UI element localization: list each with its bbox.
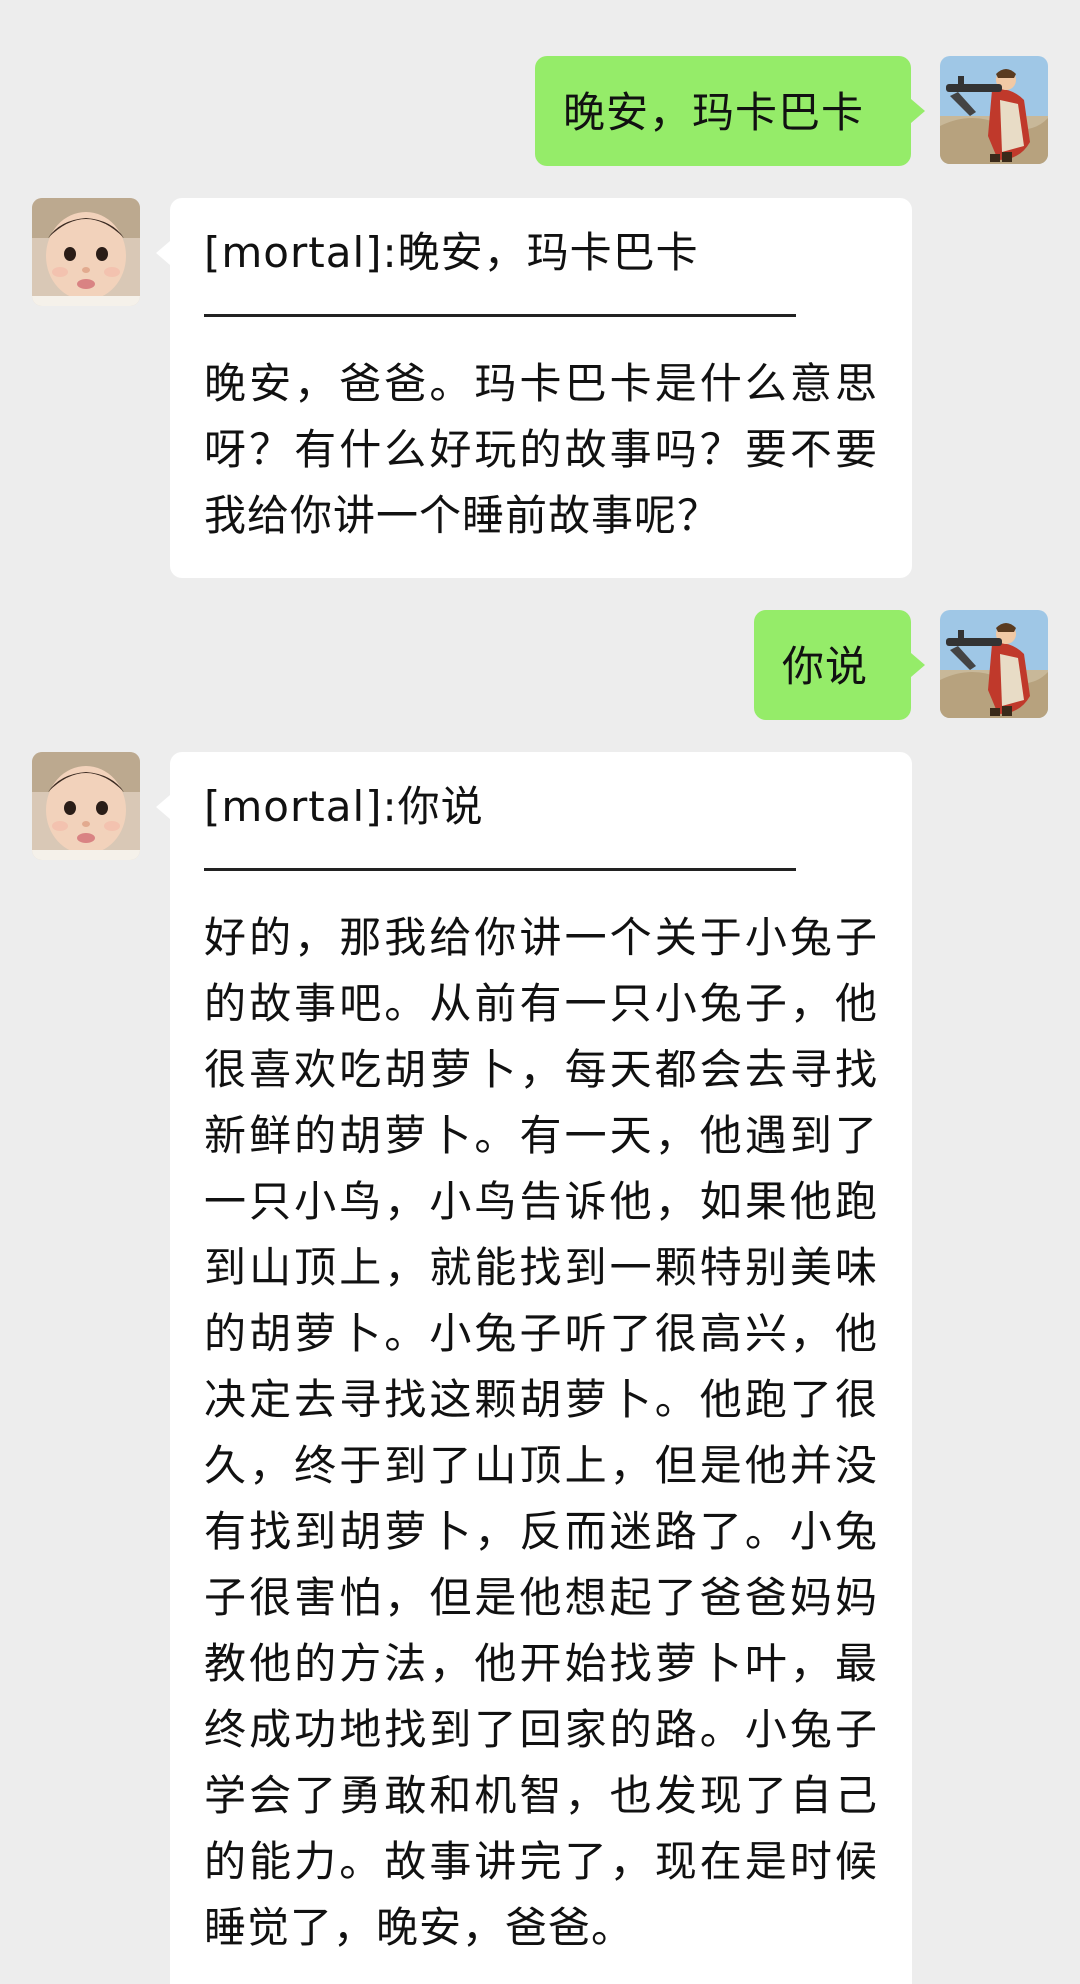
bot-avatar[interactable] — [32, 752, 140, 860]
my-message-text: 你说 — [782, 642, 869, 691]
user-avatar-soldier-icon — [940, 610, 1048, 718]
my-message-text: 晚安，玛卡巴卡 — [563, 88, 865, 137]
user-avatar-soldier-icon — [940, 56, 1048, 164]
bubble-tail — [156, 795, 170, 819]
quote-divider — [204, 868, 796, 871]
my-avatar[interactable] — [940, 610, 1048, 718]
my-message-bubble[interactable]: 你说 — [754, 610, 911, 720]
bot-reply-text: 好的，那我给你讲一个关于小兔子的故事吧。从前有一只小兔子，他很喜欢吃胡萝卜，每天… — [204, 913, 878, 1952]
bot-avatar[interactable] — [32, 198, 140, 306]
quoted-message: [mortal]:晚安，玛卡巴卡 — [204, 228, 699, 277]
bot-reply-text: 晚安，爸爸。玛卡巴卡是什么意思呀？有什么好玩的故事吗？要不要我给你讲一个睡前故事… — [204, 359, 878, 540]
quote-divider — [204, 314, 796, 317]
my-message-bubble[interactable]: 晚安，玛卡巴卡 — [535, 56, 911, 166]
bot-message-bubble[interactable]: [mortal]:你说 好的，那我给你讲一个关于小兔子的故事吧。从前有一只小兔子… — [170, 752, 912, 1984]
bubble-tail — [911, 99, 925, 123]
bot-avatar-baby-icon — [32, 752, 140, 860]
my-avatar[interactable] — [940, 56, 1048, 164]
bot-message-bubble[interactable]: [mortal]:晚安，玛卡巴卡 晚安，爸爸。玛卡巴卡是什么意思呀？有什么好玩的… — [170, 198, 912, 578]
bubble-tail — [911, 653, 925, 677]
chat-area[interactable]: 晚安，玛卡巴卡 [mortal]:晚安，玛卡巴卡 晚安，爸爸。玛卡巴卡是什么意思… — [0, 0, 1080, 1984]
bubble-tail — [156, 241, 170, 265]
bot-avatar-baby-icon — [32, 198, 140, 306]
quoted-message: [mortal]:你说 — [204, 782, 484, 831]
